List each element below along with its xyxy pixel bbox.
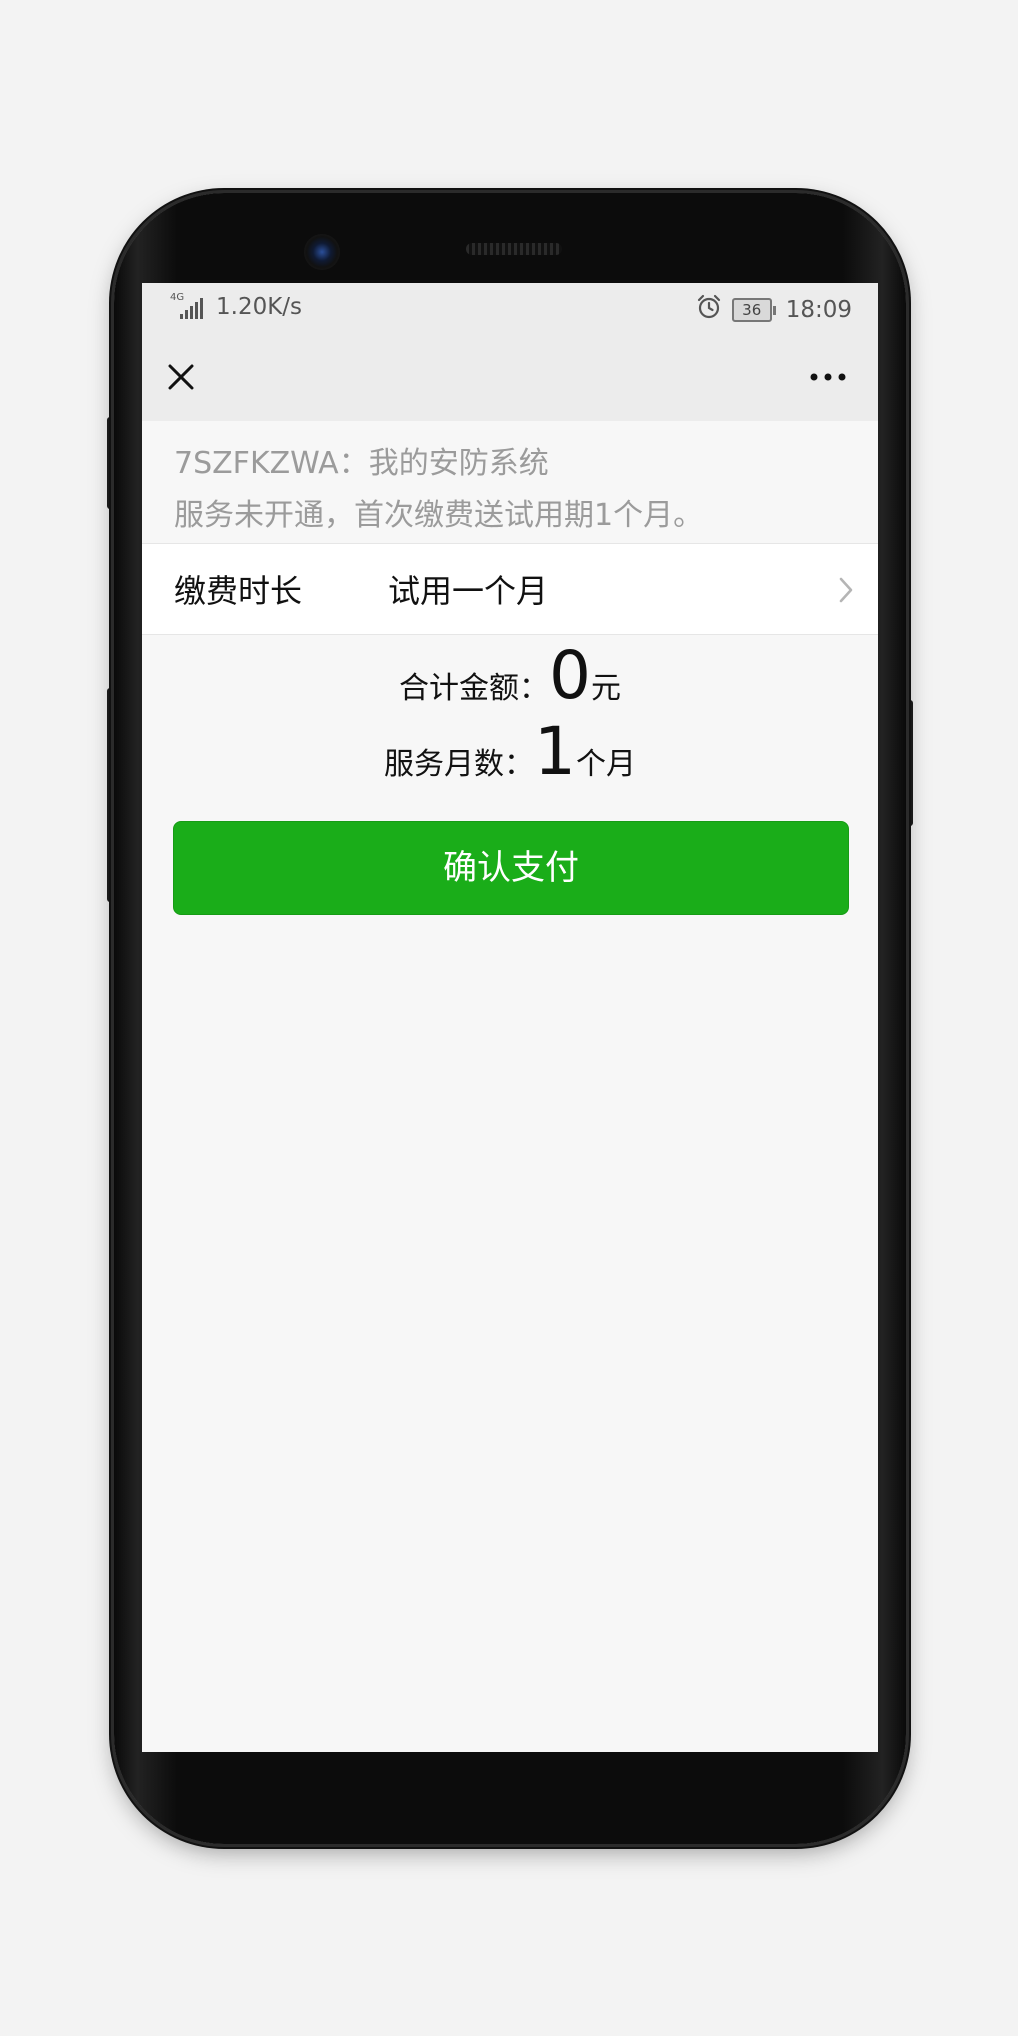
chevron-right-icon — [839, 577, 853, 603]
total-unit: 元 — [591, 671, 621, 706]
payment-duration-label: 缴费时长 — [174, 572, 303, 610]
confirm-pay-button[interactable]: 确认支付 — [173, 821, 849, 915]
total-value: 0 — [549, 637, 591, 714]
service-notice: 服务未开通，首次缴费送试用期1个月。 — [174, 498, 704, 533]
close-icon — [168, 364, 194, 390]
earpiece-speaker — [466, 243, 562, 255]
signal-icon: 4G — [170, 292, 206, 320]
payment-duration-row[interactable]: 缴费时长 试用一个月 — [142, 543, 878, 635]
clock: 18:09 — [785, 297, 852, 323]
status-bar: 4G 1.20K/s 36 18:09 — [142, 283, 878, 333]
phone-screen: 4G 1.20K/s 36 18:09 7SZFKZWA：我的安防系统 服务未开… — [142, 283, 878, 1752]
nav-bar — [142, 333, 878, 421]
battery-icon: 36 — [731, 298, 776, 322]
service-months: 服务月数：1个月 — [142, 719, 878, 785]
months-unit: 个月 — [576, 747, 636, 782]
more-button[interactable] — [808, 363, 848, 391]
battery-level: 36 — [731, 298, 772, 322]
power-button — [905, 700, 913, 826]
device-name: 7SZFKZWA：我的安防系统 — [174, 446, 549, 481]
alarm-icon — [696, 294, 722, 326]
payment-duration-value: 试用一个月 — [388, 572, 549, 610]
device-info: 7SZFKZWA：我的安防系统 服务未开通，首次缴费送试用期1个月。 — [174, 438, 703, 542]
months-value: 1 — [534, 713, 576, 790]
network-speed: 1.20K/s — [216, 294, 303, 320]
months-label: 服务月数： — [384, 747, 534, 782]
close-button[interactable] — [162, 358, 200, 396]
front-camera — [304, 234, 340, 270]
more-dots-icon — [810, 373, 846, 381]
total-amount: 合计金额：0元 — [142, 643, 878, 709]
total-label: 合计金额： — [399, 671, 549, 706]
